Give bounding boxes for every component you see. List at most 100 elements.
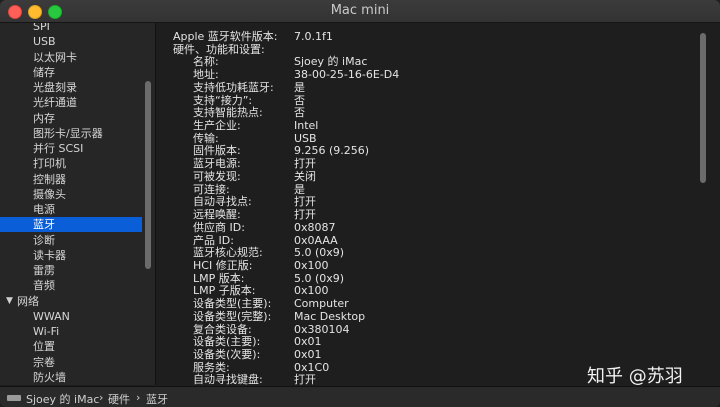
property-value: 0x100	[294, 258, 329, 272]
property-value: 是	[294, 80, 305, 94]
sidebar-item-label: SPI	[33, 23, 50, 33]
property-row: 支持低功耗蓝牙: 是	[173, 81, 673, 94]
property-key: 供应商 ID:	[193, 220, 245, 234]
property-row: 远程唤醒: 打开	[173, 208, 673, 221]
property-row: HCI 修正版: 0x100	[173, 259, 673, 272]
property-row: 蓝牙电源: 打开	[173, 157, 673, 170]
window-title: Mac mini	[330, 3, 390, 18]
property-value: 打开	[294, 208, 316, 222]
property-key: 复合类设备:	[193, 322, 252, 336]
property-row: 固件版本: 9.256 (9.256)	[173, 144, 673, 157]
watermark-text: 知乎 @苏羽	[587, 366, 683, 387]
property-key: 设备类型(主要):	[193, 297, 272, 311]
sidebar-item-label: 宗卷	[33, 355, 55, 369]
sidebar-item[interactable]: 电源	[0, 202, 142, 217]
property-row: 生产企业: Intel	[173, 119, 673, 132]
sidebar-item[interactable]: 内存	[0, 111, 142, 126]
property-key: 地址:	[193, 68, 219, 82]
disclosure-triangle-icon[interactable]: ▼	[6, 294, 13, 309]
property-key: 服务类:	[193, 360, 230, 374]
property-value: 5.0 (0x9)	[294, 246, 345, 260]
property-key: 设备类(次要):	[193, 348, 261, 361]
sidebar-item[interactable]: 储存	[0, 65, 142, 80]
sidebar-item-label: 音频	[33, 279, 55, 293]
sidebar-item-label: 雷雳	[33, 264, 55, 277]
sidebar-item[interactable]: 雷雳	[0, 263, 142, 278]
property-row: 复合类设备: 0x380104	[173, 323, 673, 336]
property-value: 7.0.1f1	[294, 30, 333, 43]
property-key: 生产企业:	[193, 119, 241, 133]
sidebar-item[interactable]: 控制器	[0, 172, 142, 187]
property-key: 设备类(主要):	[193, 335, 261, 349]
property-key: HCI 修正版:	[193, 258, 253, 272]
sidebar-item-label: USB	[33, 35, 56, 49]
property-row: 设备类(主要): 0x01	[173, 335, 673, 348]
sidebar-item[interactable]: 光盘刻录	[0, 80, 142, 95]
sidebar-item[interactable]: 打印机	[0, 156, 142, 171]
sidebar-item[interactable]: 宗卷	[0, 355, 142, 370]
breadcrumb-hardware[interactable]: 硬件	[108, 391, 130, 407]
property-row: 支持智能热点: 否	[173, 106, 673, 119]
sidebar-item[interactable]: 光纤通道	[0, 95, 142, 110]
sidebar-item[interactable]: SPI	[0, 23, 142, 34]
property-key: 可被发现:	[193, 169, 241, 183]
sidebar-item-label: 防火墙	[33, 370, 66, 384]
sidebar[interactable]: SPI USB 以太网卡 储存 光盘刻录 光纤通道 内存 图形卡/显示器 并行 SCSI 打印机控…	[0, 23, 156, 385]
sidebar-item-label: 控制器	[33, 172, 66, 186]
sidebar-item-label: 光纤通道	[33, 96, 77, 110]
property-key: 蓝牙核心规范:	[193, 246, 263, 260]
property-value: Computer	[294, 297, 349, 311]
sidebar-item[interactable]: 位置	[0, 339, 142, 354]
breadcrumb-computer[interactable]: Sjoey 的 iMac	[26, 391, 99, 407]
property-row: 蓝牙核心规范: 5.0 (0x9)	[173, 246, 673, 259]
title-bar[interactable]: Mac mini	[0, 0, 720, 23]
property-value: 0x01	[294, 335, 322, 349]
property-key: 设备类型(完整):	[193, 309, 272, 323]
sidebar-item[interactable]: 摄像头	[0, 187, 142, 202]
sidebar-item[interactable]: 以太网卡	[0, 50, 142, 65]
details-pane[interactable]: Apple 蓝牙软件版本: 7.0.1f1 硬件、功能和设置: 名称: Sjoey 的 …	[156, 23, 720, 385]
property-value: 否	[294, 93, 305, 107]
property-key: 产品 ID:	[193, 233, 234, 247]
sidebar-item[interactable]: 图形卡/显示器	[0, 126, 142, 141]
property-value: 打开	[294, 157, 316, 171]
property-key: 固件版本:	[193, 144, 241, 158]
sidebar-item-label: 以太网卡	[33, 50, 77, 64]
property-row: LMP 子版本: 0x100	[173, 284, 673, 297]
details-scrollbar[interactable]	[700, 33, 706, 183]
property-row: 硬件、功能和设置:	[173, 43, 673, 56]
breadcrumb-bluetooth[interactable]: 蓝牙	[146, 391, 168, 407]
breadcrumb-separator: ›	[136, 391, 141, 404]
property-value: Intel	[294, 119, 319, 133]
property-row: 产品 ID: 0x0AAA	[173, 234, 673, 247]
property-key: 远程唤醒:	[193, 208, 241, 222]
property-row: 支持“接力”: 否	[173, 94, 673, 107]
breadcrumb-separator: ›	[99, 391, 104, 404]
sidebar-item[interactable]: WWAN	[0, 309, 142, 324]
sidebar-item[interactable]: 读卡器	[0, 248, 142, 263]
property-key: 支持低功耗蓝牙:	[193, 80, 274, 94]
sidebar-item[interactable]: 音频	[0, 278, 142, 293]
property-row: 设备类型(主要): Computer	[173, 297, 673, 310]
property-value: 否	[294, 106, 305, 120]
sidebar-item[interactable]: Wi-Fi	[0, 324, 142, 339]
sidebar-item-label: 读卡器	[33, 248, 66, 262]
sidebar-item-label: 摄像头	[33, 187, 66, 201]
sidebar-item[interactable]: 防火墙	[0, 370, 142, 385]
property-value: Mac Desktop	[294, 309, 366, 323]
property-row: Apple 蓝牙软件版本: 7.0.1f1	[173, 30, 673, 43]
sidebar-item[interactable]: 并行 SCSI	[0, 141, 142, 156]
property-row: 设备类型(完整): Mac Desktop	[173, 310, 673, 323]
property-key: 支持智能热点:	[193, 106, 263, 120]
property-row: 设备类(次要): 0x01	[173, 348, 673, 361]
sidebar-scrollbar[interactable]	[145, 81, 151, 269]
property-value: 5.0 (0x9)	[294, 271, 345, 285]
sidebar-item-label: Wi-Fi	[33, 325, 60, 338]
sidebar-item-label: WWAN	[33, 309, 70, 323]
property-value: 打开	[294, 373, 316, 385]
sidebar-item[interactable]: USB	[0, 34, 142, 49]
sidebar-item-label: 诊断	[33, 233, 55, 247]
sidebar-group[interactable]: ▼ 网络	[0, 294, 142, 309]
sidebar-item[interactable]: 诊断	[0, 233, 142, 248]
sidebar-item[interactable]: 蓝牙	[0, 217, 142, 233]
